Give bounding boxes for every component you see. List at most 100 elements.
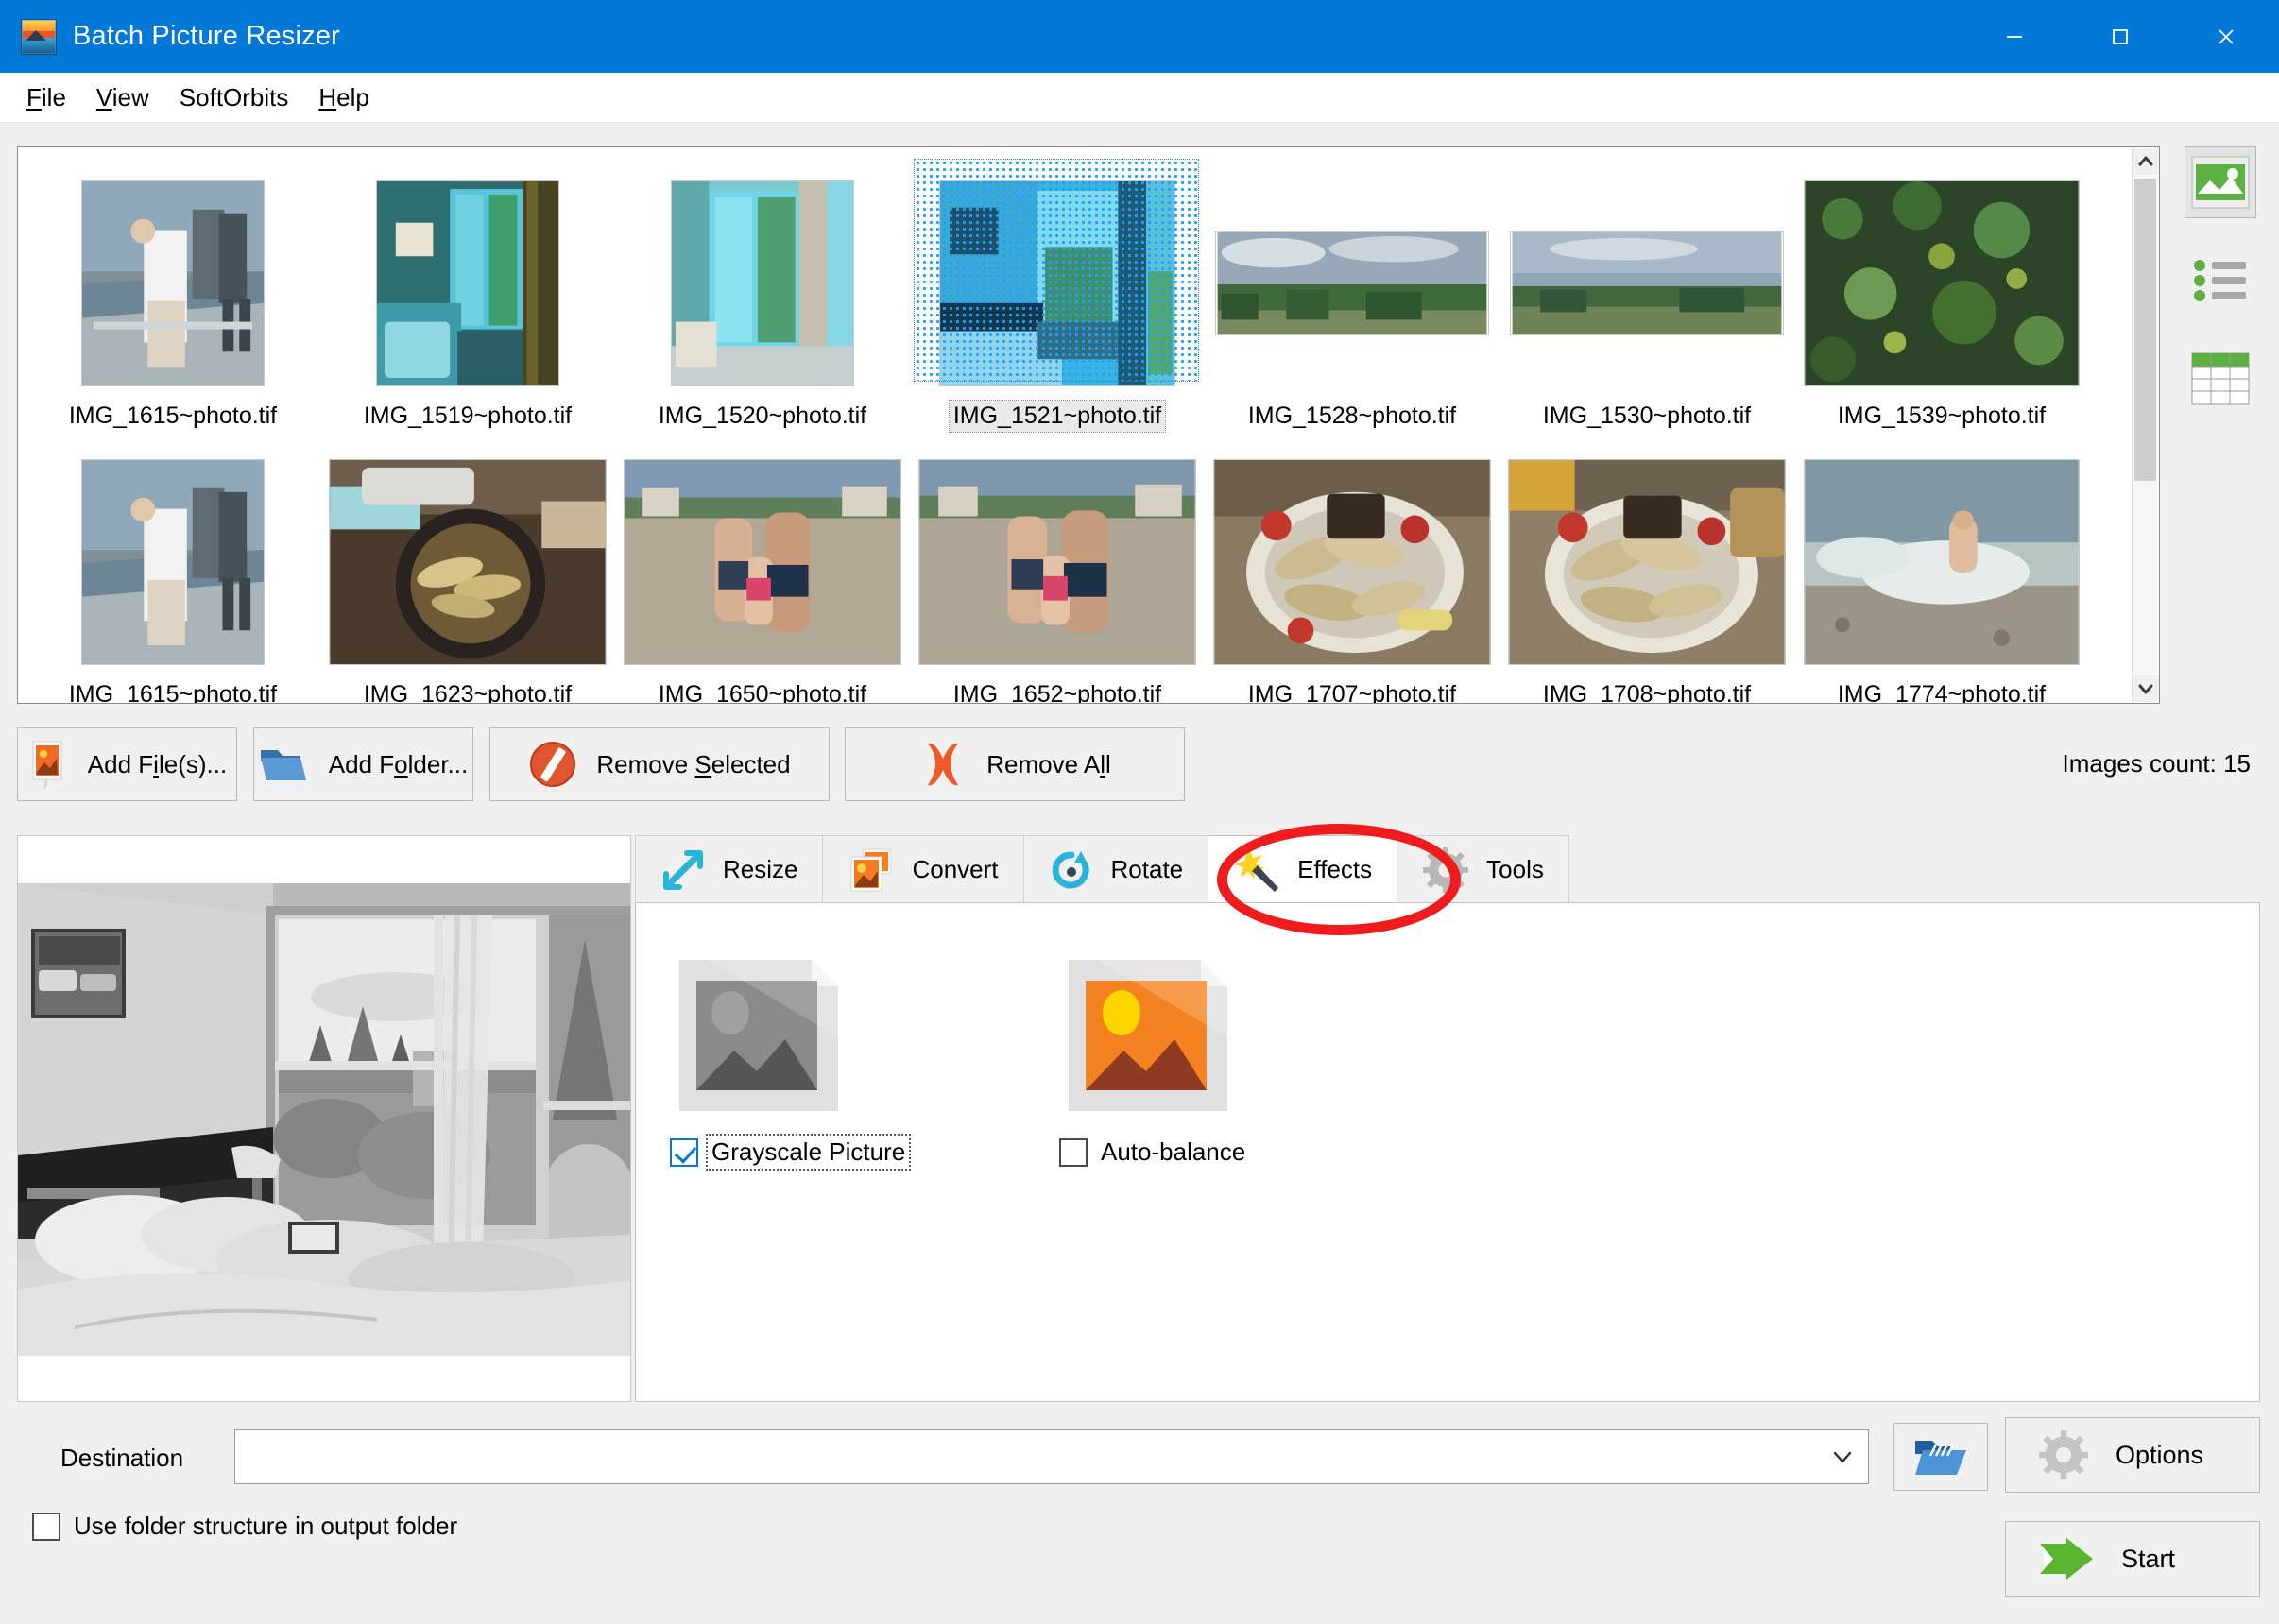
chevron-down-icon[interactable] — [1817, 1430, 1868, 1483]
scroll-down-button[interactable] — [2133, 675, 2159, 702]
tab-rotate[interactable]: Rotate — [1022, 835, 1209, 903]
thumbnail-item[interactable]: IMG_1650~photo.tif — [615, 436, 910, 703]
tab-effects[interactable]: Effects — [1208, 835, 1398, 903]
details-view-button[interactable] — [2185, 343, 2256, 415]
autobalance-checkbox-row[interactable]: Auto-balance — [1059, 1136, 1249, 1169]
add-folder-button[interactable]: Add Folder... — [253, 727, 473, 801]
thumbnail-grid: IMG_1615~photo.tif IMG_1519~photo.tif IM… — [18, 147, 2131, 703]
thumbnail-image — [1209, 174, 1495, 393]
use-folder-structure-label: Use folder structure in output folder — [74, 1512, 458, 1540]
browse-destination-button[interactable] — [1893, 1423, 1988, 1491]
close-button[interactable] — [2173, 0, 2279, 73]
thumbnail-item[interactable]: IMG_1520~photo.tif — [615, 158, 910, 432]
thumbnail-filename: IMG_1519~photo.tif — [363, 402, 573, 429]
thumbnail-item[interactable]: IMG_1707~photo.tif — [1205, 436, 1499, 703]
use-folder-structure-row[interactable]: Use folder structure in output folder — [32, 1510, 461, 1543]
thumbnail-image — [30, 174, 316, 393]
grayscale-effect-option[interactable]: Grayscale Picture — [670, 952, 912, 1171]
thumbnail-image — [1799, 174, 2084, 393]
thumbnail-view-icon — [2191, 156, 2250, 209]
add-file-icon — [32, 741, 62, 789]
options-button[interactable]: Options — [2005, 1417, 2260, 1493]
thumbnail-item[interactable]: IMG_1519~photo.tif — [320, 158, 615, 432]
tab-convert[interactable]: Convert — [822, 835, 1024, 903]
thumbnail-view-button[interactable] — [2185, 146, 2256, 218]
add-folder-label: Add Folder... — [328, 749, 469, 778]
folder-icon — [260, 750, 306, 780]
use-folder-structure-checkbox[interactable] — [32, 1512, 60, 1541]
grayscale-label: Grayscale Picture — [705, 1134, 912, 1171]
gear-icon — [2039, 1430, 2088, 1479]
view-mode-toolbar — [2173, 146, 2268, 441]
thumbnail-image — [1799, 453, 2084, 672]
thumbnail-image — [1209, 453, 1495, 672]
thumbnail-list-panel[interactable]: IMG_1615~photo.tif IMG_1519~photo.tif IM… — [17, 146, 2160, 704]
thumbnail-image — [30, 453, 316, 672]
grayscale-checkbox-row[interactable]: Grayscale Picture — [670, 1134, 912, 1171]
menu-file[interactable]: File — [11, 78, 81, 117]
thumbnail-item[interactable]: IMG_1615~photo.tif — [26, 158, 320, 432]
thumbnail-item[interactable]: IMG_1615~photo.tif — [26, 436, 320, 703]
menu-file-rest: ile — [41, 82, 66, 111]
green-arrow-icon — [2040, 1538, 2093, 1580]
tab-strip: Resize Convert Rotate Effects Tools — [635, 835, 1569, 903]
thumbnail-row: IMG_1615~photo.tif — [26, 153, 2131, 433]
preview-image — [18, 883, 630, 1356]
remove-selected-label: Remove Selected — [596, 749, 791, 778]
thumbnail-image — [325, 174, 610, 393]
thumbnail-item[interactable]: IMG_1530~photo.tif — [1499, 158, 1794, 432]
thumbnail-item[interactable]: IMG_1774~photo.tif — [1794, 436, 2089, 703]
thumbnail-filename: IMG_1521~photo.tif — [948, 400, 1167, 433]
remove-all-label: Remove All — [986, 749, 1111, 778]
destination-combobox[interactable] — [234, 1429, 1869, 1484]
autobalance-effect-option[interactable]: Auto-balance — [1059, 952, 1249, 1169]
autobalance-checkbox[interactable] — [1059, 1137, 1088, 1167]
maximize-button[interactable] — [2067, 0, 2173, 73]
menu-help[interactable]: Help — [303, 78, 384, 117]
grayscale-checkbox[interactable] — [670, 1137, 698, 1167]
color-image-icon — [1069, 960, 1227, 1111]
thumbnail-item[interactable]: IMG_1708~photo.tif — [1499, 436, 1794, 703]
thumbnail-item[interactable]: IMG_1528~photo.tif — [1205, 158, 1499, 432]
window-title: Batch Picture Resizer — [73, 21, 341, 51]
menu-view-rest: iew — [111, 82, 149, 111]
thumbnail-filename: IMG_1528~photo.tif — [1247, 402, 1457, 429]
thumbnail-filename: IMG_1530~photo.tif — [1542, 402, 1752, 429]
menu-softorbits[interactable]: SoftOrbits — [164, 78, 304, 117]
menu-view[interactable]: View — [81, 78, 164, 117]
list-view-button[interactable] — [2185, 245, 2256, 316]
magic-wand-icon — [1235, 847, 1279, 892]
thumbnail-item-selected[interactable]: IMG_1521~photo.tif — [910, 158, 1205, 433]
gear-icon — [1423, 846, 1469, 893]
open-folder-icon — [1915, 1441, 1966, 1475]
tab-resize[interactable]: Resize — [635, 835, 824, 903]
thumbnail-filename: IMG_1623~photo.tif — [363, 681, 573, 703]
thumbnail-image — [915, 453, 1200, 672]
batch-picture-resizer-window: Batch Picture Resizer File View SoftOrbi… — [0, 0, 2279, 1624]
scrollbar-thumb[interactable] — [2134, 179, 2156, 481]
tab-rotate-label: Rotate — [1110, 855, 1184, 883]
thumbnail-filename: IMG_1539~photo.tif — [1837, 402, 2047, 429]
images-count-label: Images count: 15 — [2062, 749, 2251, 778]
remove-selected-button[interactable]: Remove Selected — [489, 727, 830, 801]
tab-tools[interactable]: Tools — [1397, 835, 1569, 903]
thumbnail-image — [620, 453, 905, 672]
thumbnail-image — [1504, 174, 1790, 393]
tab-resize-label: Resize — [723, 855, 798, 883]
thumbnail-row: IMG_1615~photo.tif — [26, 432, 2131, 703]
thumbnail-item[interactable]: IMG_1539~photo.tif — [1794, 158, 2089, 432]
minimize-button[interactable] — [1962, 0, 2067, 73]
remove-all-button[interactable]: Remove All — [845, 727, 1185, 801]
add-files-button[interactable]: Add File(s)... — [17, 727, 237, 801]
scroll-up-button[interactable] — [2133, 148, 2159, 175]
start-button[interactable]: Start — [2005, 1521, 2260, 1597]
thumbnail-scrollbar[interactable] — [2132, 148, 2159, 702]
destination-input[interactable] — [245, 1430, 1794, 1483]
destination-label: Destination — [60, 1444, 184, 1472]
grayscale-image-icon — [679, 960, 838, 1111]
thumbnail-item[interactable]: IMG_1652~photo.tif — [910, 436, 1205, 703]
thumbnail-filename: IMG_1774~photo.tif — [1837, 681, 2047, 703]
options-label: Options — [2116, 1440, 2204, 1469]
preview-pane — [17, 835, 631, 1402]
thumbnail-item[interactable]: IMG_1623~photo.tif — [320, 436, 615, 703]
